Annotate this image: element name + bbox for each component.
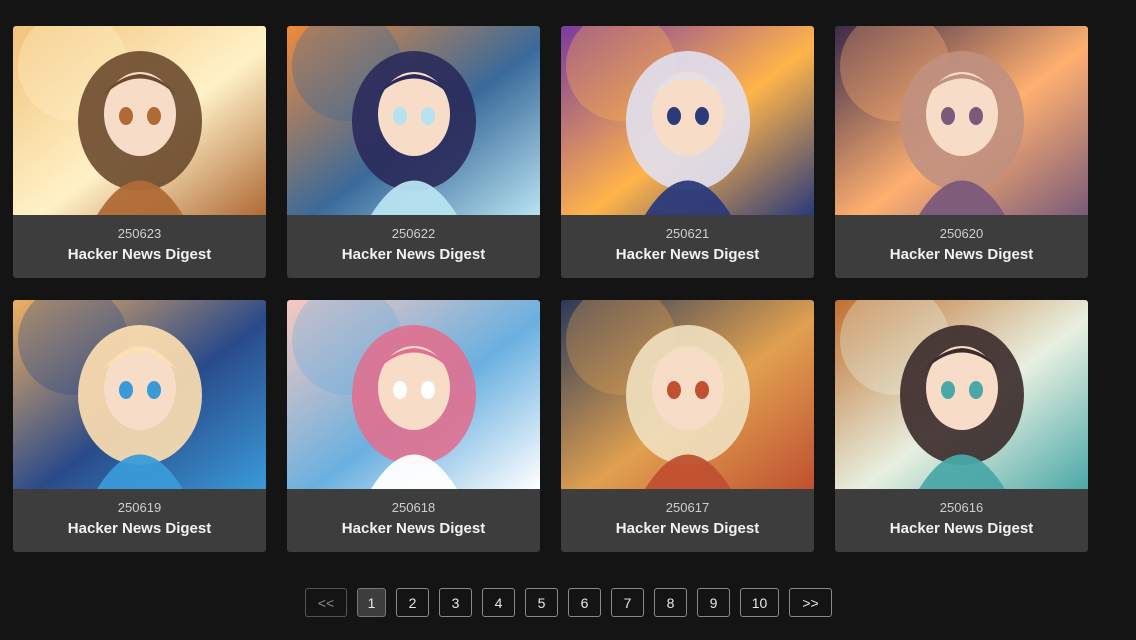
digest-card[interactable]: 250622 Hacker News Digest bbox=[287, 26, 540, 278]
card-date: 250623 bbox=[117, 226, 162, 241]
illustration-image bbox=[287, 300, 540, 489]
card-date: 250618 bbox=[391, 500, 436, 515]
page-button-10[interactable]: 10 bbox=[740, 588, 779, 617]
card-illustration bbox=[13, 300, 266, 489]
digest-card[interactable]: 250620 Hacker News Digest bbox=[835, 26, 1088, 278]
card-title: Hacker News Digest bbox=[341, 520, 486, 537]
illustration-image bbox=[835, 300, 1088, 489]
digest-card[interactable]: 250621 Hacker News Digest bbox=[561, 26, 814, 278]
card-date: 250620 bbox=[939, 226, 984, 241]
card-illustration bbox=[561, 300, 814, 489]
page-button-6[interactable]: 6 bbox=[568, 588, 601, 617]
digest-card[interactable]: 250618 Hacker News Digest bbox=[287, 300, 540, 552]
card-date: 250617 bbox=[665, 500, 710, 515]
card-title: Hacker News Digest bbox=[889, 246, 1034, 263]
illustration-image bbox=[835, 26, 1088, 215]
page-button-5[interactable]: 5 bbox=[525, 588, 558, 617]
card-illustration bbox=[835, 300, 1088, 489]
card-date: 250619 bbox=[117, 500, 162, 515]
page-button-9[interactable]: 9 bbox=[697, 588, 730, 617]
card-date: 250622 bbox=[391, 226, 436, 241]
page-button-1[interactable]: 1 bbox=[357, 588, 386, 617]
illustration-image bbox=[561, 26, 814, 215]
page-button-4[interactable]: 4 bbox=[482, 588, 515, 617]
card-title: Hacker News Digest bbox=[615, 246, 760, 263]
card-title: Hacker News Digest bbox=[67, 520, 212, 537]
prev-page-button[interactable]: << bbox=[305, 588, 347, 617]
card-title: Hacker News Digest bbox=[341, 246, 486, 263]
card-date: 250621 bbox=[665, 226, 710, 241]
card-illustration bbox=[13, 26, 266, 215]
card-illustration bbox=[287, 300, 540, 489]
illustration-image bbox=[13, 26, 266, 215]
digest-card[interactable]: 250617 Hacker News Digest bbox=[561, 300, 814, 552]
digest-card[interactable]: 250616 Hacker News Digest bbox=[835, 300, 1088, 552]
next-page-button[interactable]: >> bbox=[789, 588, 832, 617]
pagination: << 1 2 3 4 5 6 7 8 9 10 >> bbox=[305, 588, 832, 617]
card-illustration bbox=[561, 26, 814, 215]
illustration-image bbox=[561, 300, 814, 489]
card-title: Hacker News Digest bbox=[67, 246, 212, 263]
illustration-image bbox=[287, 26, 540, 215]
card-illustration bbox=[835, 26, 1088, 215]
digest-card[interactable]: 250623 Hacker News Digest bbox=[13, 26, 266, 278]
digest-card[interactable]: 250619 Hacker News Digest bbox=[13, 300, 266, 552]
page-button-7[interactable]: 7 bbox=[611, 588, 644, 617]
card-illustration bbox=[287, 26, 540, 215]
page-button-3[interactable]: 3 bbox=[439, 588, 472, 617]
page-button-8[interactable]: 8 bbox=[654, 588, 687, 617]
digest-grid: 250623 Hacker News Digest 250622 Hacker … bbox=[13, 26, 1088, 552]
page-button-2[interactable]: 2 bbox=[396, 588, 429, 617]
card-title: Hacker News Digest bbox=[615, 520, 760, 537]
card-date: 250616 bbox=[939, 500, 984, 515]
illustration-image bbox=[13, 300, 266, 489]
card-title: Hacker News Digest bbox=[889, 520, 1034, 537]
